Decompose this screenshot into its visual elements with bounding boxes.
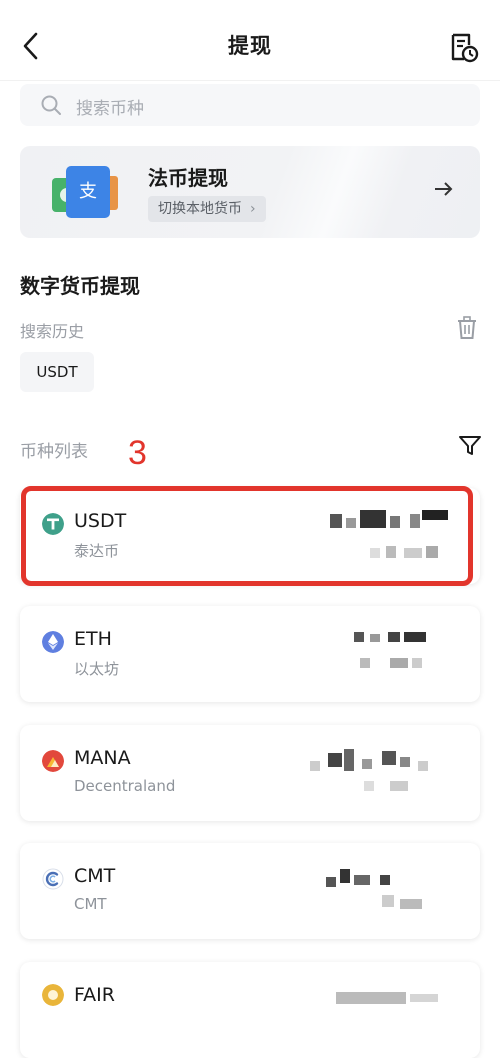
decentraland-icon [42, 750, 64, 772]
search-icon [41, 95, 61, 115]
section-title: 数字货币提现 [20, 274, 140, 298]
cmt-icon [42, 868, 64, 890]
fiat-title: 法币提现 [148, 166, 228, 190]
arrow-right-icon[interactable] [432, 178, 454, 200]
coin-card-eth[interactable]: ETH 以太坊 [20, 606, 480, 702]
coin-name: CMT [74, 895, 107, 913]
highlight-box [21, 486, 473, 586]
ethereum-icon [42, 631, 64, 653]
coin-list-label: 币种列表 [20, 442, 88, 462]
fiat-withdraw-card[interactable]: 支 法币提现 切换本地货币 › [20, 146, 480, 238]
coin-name: 以太坊 [74, 660, 120, 678]
top-bar: 提现 [0, 0, 500, 81]
search-input[interactable]: 搜索币种 [20, 84, 480, 126]
blurred-balance [310, 628, 460, 686]
switch-currency-label: 切换本地货币 [158, 201, 242, 217]
page-title: 提现 [228, 34, 272, 58]
blurred-balance [310, 747, 460, 805]
coin-card-mana[interactable]: MANA Decentraland [20, 725, 480, 821]
coin-symbol: CMT [74, 865, 116, 887]
payment-methods-icon: 支 [52, 166, 118, 218]
fair-icon [42, 984, 64, 1006]
coin-symbol: MANA [74, 747, 131, 769]
svg-text:支: 支 [79, 181, 97, 202]
filter-icon[interactable] [458, 434, 482, 458]
blurred-balance [310, 984, 460, 1042]
trash-icon[interactable] [456, 316, 478, 340]
history-chip[interactable]: USDT [20, 352, 94, 392]
blurred-balance [310, 865, 460, 923]
chevron-right-icon: › [250, 201, 256, 217]
coin-name: Decentraland [74, 777, 176, 795]
search-placeholder: 搜索币种 [76, 99, 144, 119]
document-clock-icon[interactable] [448, 30, 480, 64]
switch-currency-button[interactable]: 切换本地货币 › [148, 196, 266, 222]
coin-symbol: FAIR [74, 984, 115, 1006]
coin-card-fair[interactable]: FAIR [20, 962, 480, 1058]
annotation-number: 3 [128, 434, 147, 472]
coin-card-cmt[interactable]: CMT CMT [20, 843, 480, 939]
search-history-label: 搜索历史 [20, 322, 85, 341]
coin-symbol: ETH [74, 628, 112, 650]
